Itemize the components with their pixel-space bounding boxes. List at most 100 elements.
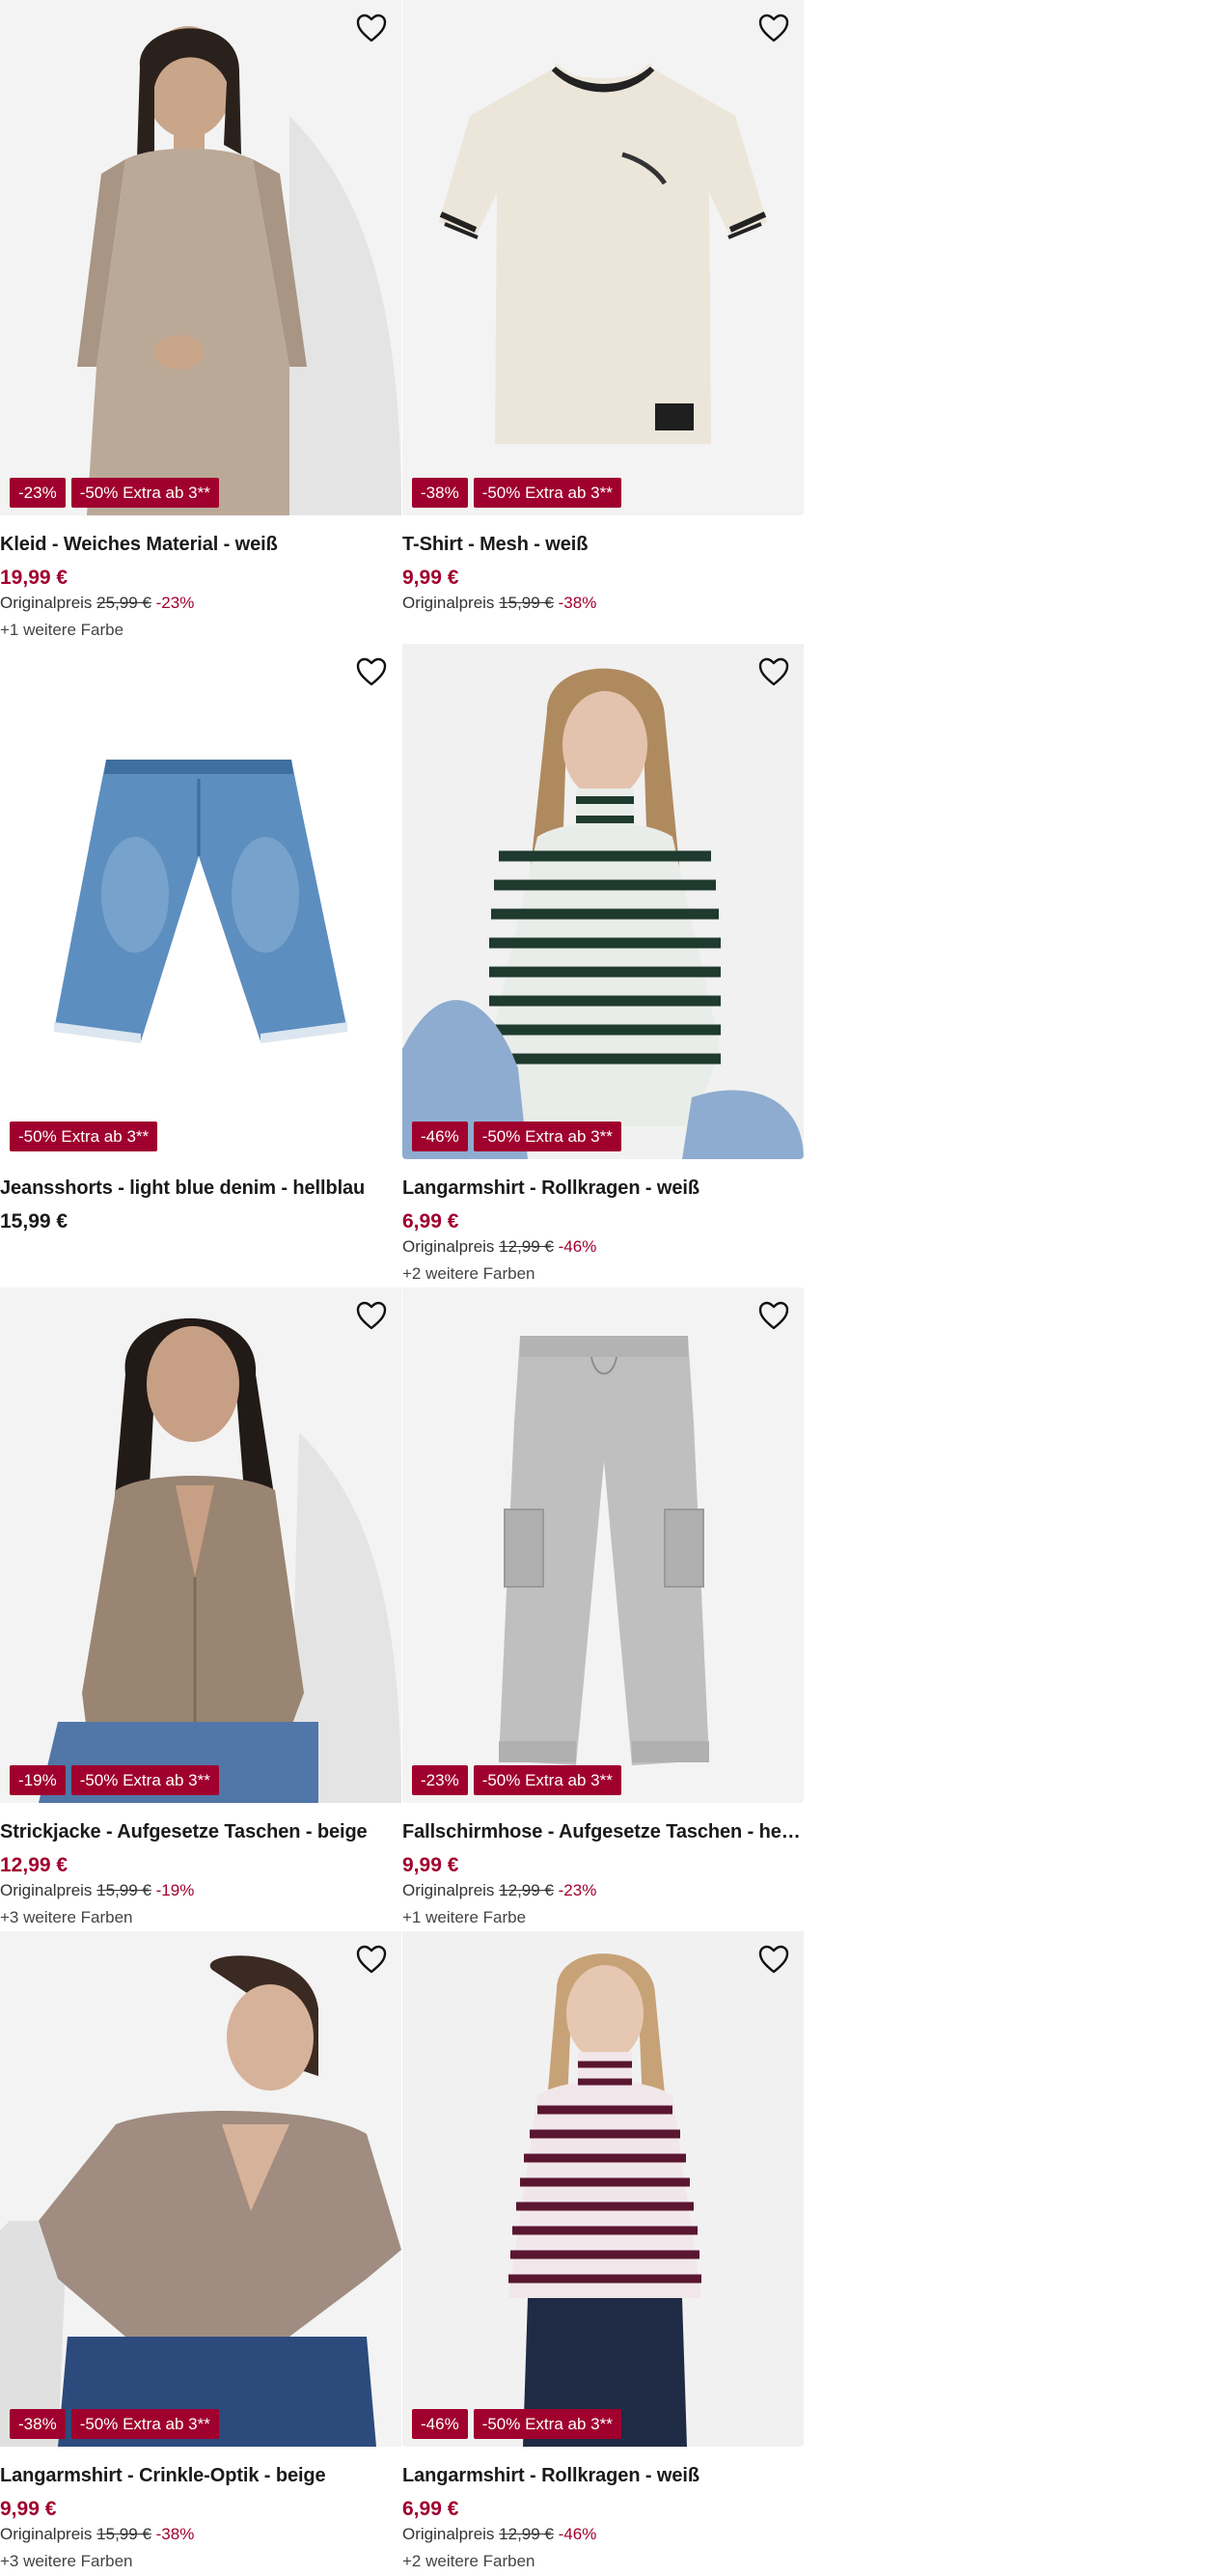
product-grid: -23% -50% Extra ab 3** Kleid - Weiches M… [0,0,805,2575]
product-title[interactable]: Fallschirmhose - Aufgesetze Taschen - he… [402,1820,804,1843]
discount-percent: -23% [558,1881,597,1899]
product-image[interactable]: -38% -50% Extra ab 3** [402,0,804,515]
product-price: 9,99 € [402,1854,459,1876]
original-price-label: Originalpreis [402,2525,495,2543]
heart-outline-icon [758,1945,789,1974]
favorite-button[interactable] [757,1299,790,1332]
original-price: 12,99 € [499,1881,554,1899]
product-info: Strickjacke - Aufgesetze Taschen - beige… [0,1803,402,1928]
favorite-button[interactable] [757,655,790,688]
favorite-button[interactable] [355,1299,388,1332]
discount-percent: -38% [155,2525,195,2543]
original-price-label: Originalpreis [402,1881,495,1899]
product-price: 15,99 € [0,1210,69,1233]
heart-outline-icon [356,14,387,42]
tshirt-image [402,0,804,515]
product-image[interactable]: -46% -50% Extra ab 3** [402,644,804,1159]
promo-badge: -50% Extra ab 3** [473,1765,621,1795]
product-card[interactable]: -50% Extra ab 3** Jeansshorts - light bl… [0,644,402,1288]
product-card[interactable]: -38% -50% Extra ab 3** T-Shirt - Mesh - … [402,0,805,644]
product-info: Langarmshirt - Rollkragen - weiß 6,99 € … [402,1159,805,1285]
promo-badge: -50% Extra ab 3** [473,2409,621,2439]
product-info: T-Shirt - Mesh - weiß 9,99 € Originalpre… [402,515,805,614]
grey-cargo-pants-image [402,1288,804,1803]
product-card[interactable]: -38% -50% Extra ab 3** Langarmshirt - Cr… [0,1931,402,2575]
original-price: 15,99 € [96,1881,151,1899]
discount-percent: -46% [558,2525,597,2543]
product-info: Langarmshirt - Crinkle-Optik - beige 9,9… [0,2447,402,2572]
product-price: 9,99 € [0,2498,57,2520]
badge-group: -19% -50% Extra ab 3** [10,1765,219,1795]
product-title[interactable]: T-Shirt - Mesh - weiß [402,533,804,556]
product-info: Langarmshirt - Rollkragen - weiß 6,99 € … [402,2447,805,2572]
badge-group: -46% -50% Extra ab 3** [412,1122,621,1151]
product-image[interactable]: -23% -50% Extra ab 3** [0,0,401,515]
heart-outline-icon [758,1301,789,1330]
heart-outline-icon [758,657,789,686]
favorite-button[interactable] [757,12,790,44]
product-image[interactable]: -46% -50% Extra ab 3** [402,1931,804,2447]
original-price-line: Originalpreis 15,99 € -38% [0,2524,402,2545]
product-image[interactable]: -50% Extra ab 3** [0,644,401,1159]
favorite-button[interactable] [355,1943,388,1976]
discount-percent: -46% [558,1237,597,1256]
product-title[interactable]: Langarmshirt - Rollkragen - weiß [402,1177,804,1200]
discount-badge: -46% [412,1122,468,1151]
more-colors[interactable]: +3 weitere Farben [0,2551,402,2572]
promo-badge: -50% Extra ab 3** [10,1122,158,1151]
product-title[interactable]: Jeansshorts - light blue denim - hellbla… [0,1177,401,1200]
product-card[interactable]: -19% -50% Extra ab 3** Strickjacke - Auf… [0,1288,402,1931]
promo-badge: -50% Extra ab 3** [70,1765,219,1795]
discount-badge: -23% [412,1765,468,1795]
product-price: 19,99 € [0,567,69,589]
promo-badge: -50% Extra ab 3** [70,478,219,508]
product-card[interactable]: -46% -50% Extra ab 3** Langarmshirt - Ro… [402,1931,805,2575]
product-card[interactable]: -46% -50% Extra ab 3** Langarmshirt - Ro… [402,644,805,1288]
product-title[interactable]: Strickjacke - Aufgesetze Taschen - beige [0,1820,401,1843]
product-price: 12,99 € [0,1854,69,1876]
product-title[interactable]: Kleid - Weiches Material - weiß [0,533,401,556]
original-price-line: Originalpreis 12,99 € -46% [402,1236,805,1258]
original-price-label: Originalpreis [0,1881,93,1899]
favorite-button[interactable] [355,12,388,44]
original-price-label: Originalpreis [0,594,93,612]
badge-group: -46% -50% Extra ab 3** [412,2409,621,2439]
heart-outline-icon [356,1301,387,1330]
product-price: 6,99 € [402,1210,459,1233]
striped-turtleneck-burgundy-image [402,1931,804,2447]
promo-badge: -50% Extra ab 3** [70,2409,219,2439]
product-title[interactable]: Langarmshirt - Crinkle-Optik - beige [0,2464,401,2487]
original-price: 12,99 € [499,1237,554,1256]
more-colors[interactable]: +2 weitere Farben [402,2551,805,2572]
discount-badge: -23% [10,478,66,508]
more-colors[interactable]: +2 weitere Farben [402,1263,805,1285]
promo-badge: -50% Extra ab 3** [473,1122,621,1151]
striped-turtleneck-model-image [402,644,804,1159]
more-colors[interactable]: +1 weitere Farbe [402,1907,805,1928]
original-price-line: Originalpreis 12,99 € -46% [402,2524,805,2545]
discount-badge: -38% [10,2409,66,2439]
favorite-button[interactable] [355,655,388,688]
discount-badge: -19% [10,1765,66,1795]
product-card[interactable]: -23% -50% Extra ab 3** Kleid - Weiches M… [0,0,402,644]
more-colors[interactable]: +3 weitere Farben [0,1907,402,1928]
dress-model-image [0,0,401,515]
product-image[interactable]: -19% -50% Extra ab 3** [0,1288,401,1803]
product-info: Fallschirmhose - Aufgesetze Taschen - he… [402,1803,805,1928]
original-price-line: Originalpreis 15,99 € -19% [0,1880,402,1901]
cardigan-model-image [0,1288,401,1803]
product-image[interactable]: -23% -50% Extra ab 3** [402,1288,804,1803]
promo-badge: -50% Extra ab 3** [473,478,621,508]
product-title[interactable]: Langarmshirt - Rollkragen - weiß [402,2464,804,2487]
product-image[interactable]: -38% -50% Extra ab 3** [0,1931,401,2447]
product-card[interactable]: -23% -50% Extra ab 3** Fallschirmhose - … [402,1288,805,1931]
heart-outline-icon [758,14,789,42]
heart-outline-icon [356,1945,387,1974]
original-price-label: Originalpreis [0,2525,93,2543]
discount-percent: -23% [155,594,195,612]
denim-shorts-image [0,644,401,1159]
favorite-button[interactable] [757,1943,790,1976]
original-price: 15,99 € [96,2525,151,2543]
more-colors[interactable]: +1 weitere Farbe [0,620,402,641]
discount-badge: -46% [412,2409,468,2439]
